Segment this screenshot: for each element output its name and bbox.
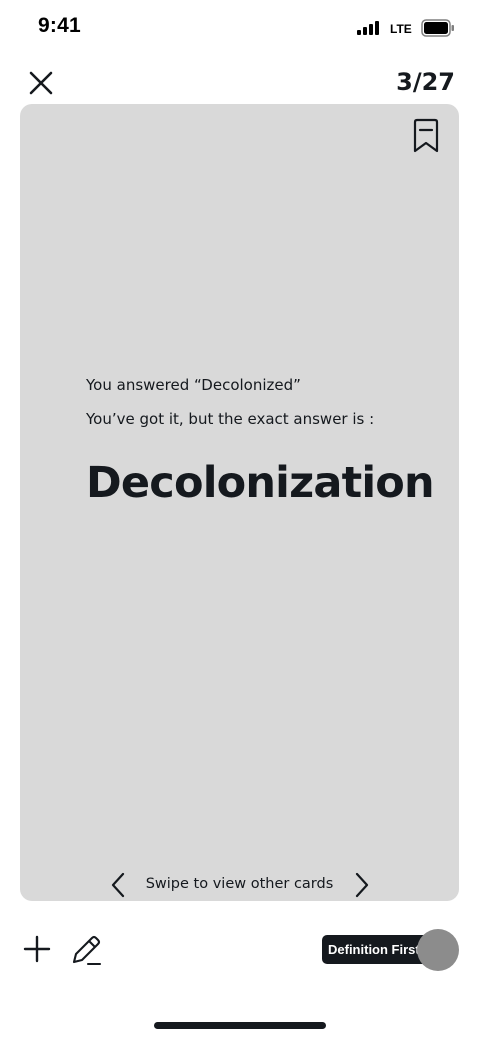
status-time: 9:41 [38,14,81,37]
signal-icon [357,21,379,35]
toggle-knob[interactable] [417,929,459,971]
correct-answer: Decolonization [86,458,435,508]
battery-icon [421,19,454,37]
swipe-hint: Swipe to view other cards [145,876,334,892]
bottom-toolbar: Definition First [0,920,480,980]
plus-icon[interactable] [22,934,52,964]
swipe-navigation: Swipe to view other cards [20,868,459,902]
top-bar: 3/27 [0,62,480,106]
card-counter: 3/27 [396,68,455,96]
status-bar: 9:41 LTE [0,0,480,56]
flashcard[interactable]: You answered “Decolonized” You’ve got it… [20,104,459,901]
exact-answer-text: You’ve got it, but the exact answer is : [86,410,375,428]
definition-first-toggle[interactable]: Definition First [322,928,460,972]
chevron-right-icon[interactable] [352,870,372,900]
bookmark-icon[interactable] [411,118,441,154]
home-indicator[interactable] [154,1022,326,1029]
chevron-left-icon[interactable] [108,870,128,900]
pencil-icon[interactable] [68,932,104,968]
answered-text: You answered “Decolonized” [86,376,301,394]
network-label: LTE [390,22,412,36]
close-icon[interactable] [24,66,58,100]
toggle-label: Definition First [328,942,420,957]
